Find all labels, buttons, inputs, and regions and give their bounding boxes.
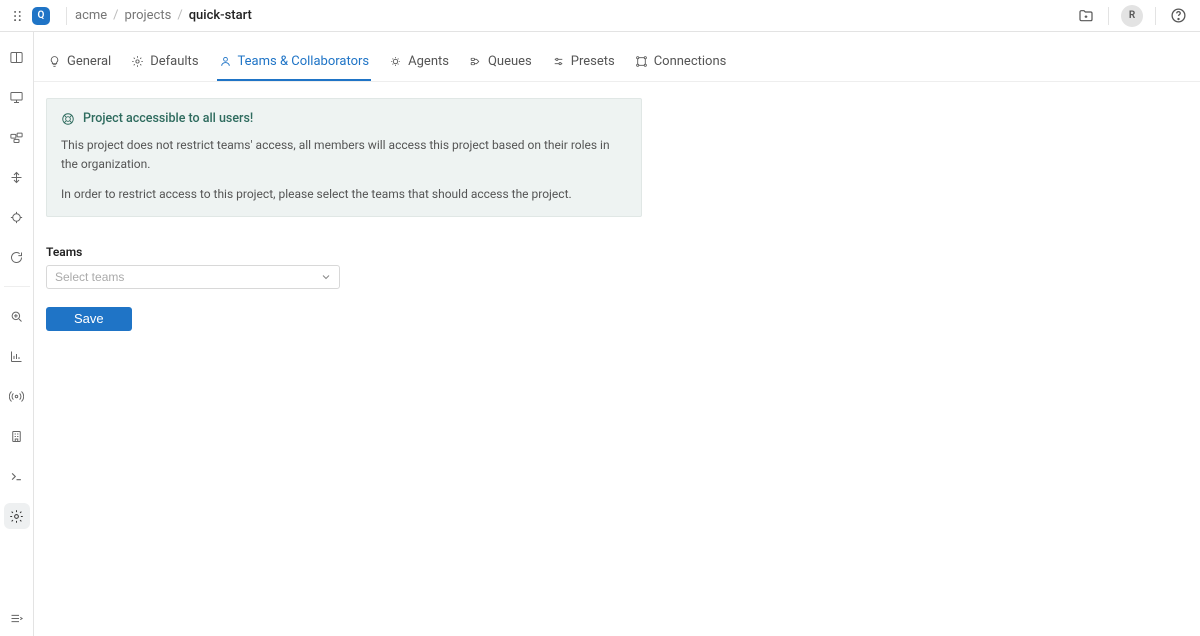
teams-input[interactable] [46,265,340,289]
breadcrumb-item[interactable]: acme [75,8,107,23]
panel: Project accessible to all users! This pr… [34,82,654,347]
user-icon [219,55,232,68]
move-icon[interactable] [4,164,30,190]
org-badge[interactable]: Q [32,7,50,25]
body: General Defaults Teams & Collaborators A… [0,32,1200,636]
breadcrumb-sep: / [177,8,182,23]
monitor-icon[interactable] [4,84,30,110]
sidebar [0,32,34,636]
building-icon[interactable] [4,423,30,449]
alert-line: This project does not restrict teams' ac… [61,136,627,173]
breadcrumb-item[interactable]: projects [125,8,172,23]
tab-label: Teams & Collaborators [238,54,370,69]
chart-icon[interactable] [4,343,30,369]
alert-line: In order to restrict access to this proj… [61,185,627,204]
tab-connections[interactable]: Connections [633,50,729,81]
tab-teams[interactable]: Teams & Collaborators [217,50,372,81]
teams-label: Teams [46,245,642,259]
gear-icon [131,55,144,68]
gear-icon[interactable] [4,503,30,529]
breadcrumb-current[interactable]: quick-start [189,8,252,23]
target-icon[interactable] [4,204,30,230]
alert-title: Project accessible to all users! [83,111,253,126]
sliders-icon [552,55,565,68]
life-ring-icon [61,112,75,126]
topbar: Q acme / projects / quick-start R [0,0,1200,32]
agent-icon [389,55,402,68]
grip-icon[interactable] [8,6,28,26]
teams-select[interactable] [46,265,340,289]
tab-general[interactable]: General [46,50,113,81]
help-icon[interactable] [1164,2,1192,30]
tab-agents[interactable]: Agents [387,50,451,81]
bulb-icon [48,55,61,68]
terminal-icon[interactable] [4,463,30,489]
breadcrumb-sep: / [113,8,118,23]
save-button[interactable]: Save [46,307,132,331]
tabs: General Defaults Teams & Collaborators A… [34,32,1200,82]
tab-label: Connections [654,54,727,69]
breadcrumb: acme / projects / quick-start [75,8,252,23]
tab-label: General [67,54,111,69]
alert-title-row: Project accessible to all users! [61,111,627,126]
tab-label: Queues [488,54,532,69]
content: General Defaults Teams & Collaborators A… [34,32,1200,636]
rail-divider [4,286,30,287]
avatar[interactable]: R [1121,5,1143,27]
network-icon [635,55,648,68]
expand-sidebar-icon[interactable] [4,610,30,636]
divider [66,7,67,25]
tab-queues[interactable]: Queues [467,50,534,81]
info-alert: Project accessible to all users! This pr… [46,98,642,217]
cards-icon[interactable] [4,124,30,150]
tab-presets[interactable]: Presets [550,50,617,81]
panels-icon[interactable] [4,44,30,70]
divider [1155,7,1156,25]
alert-body: This project does not restrict teams' ac… [61,136,627,204]
broadcast-icon[interactable] [4,383,30,409]
tab-label: Defaults [150,54,198,69]
folder-add-icon[interactable] [1072,2,1100,30]
tab-defaults[interactable]: Defaults [129,50,200,81]
tab-label: Presets [571,54,615,69]
zoom-icon[interactable] [4,303,30,329]
cycle-icon[interactable] [4,244,30,270]
queue-icon [469,55,482,68]
tab-label: Agents [408,54,449,69]
divider [1108,7,1109,25]
